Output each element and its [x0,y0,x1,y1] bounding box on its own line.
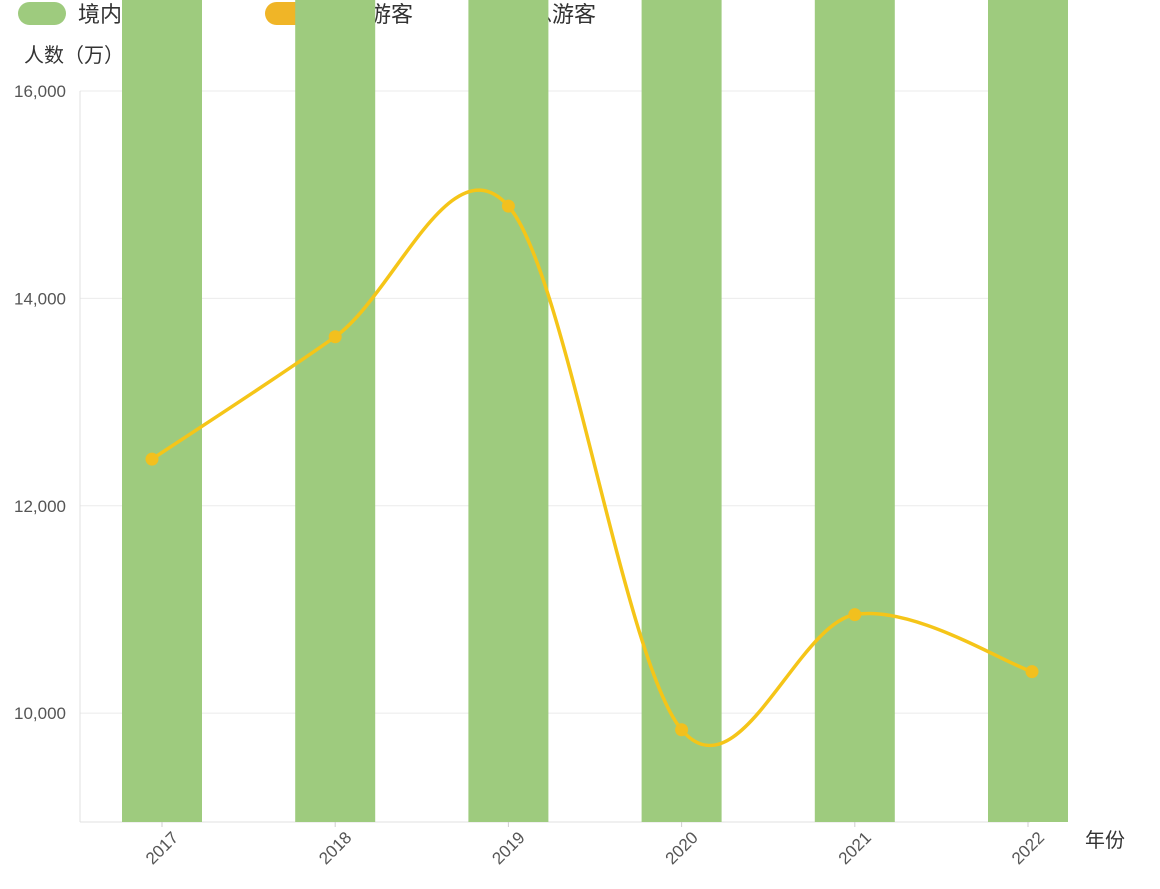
bar-domestic [468,0,549,822]
legend-swatch [18,2,66,25]
x-tick-label: 2020 [662,828,702,868]
total-line [145,188,1039,748]
total-point [145,452,159,466]
x-tick-label: 2017 [142,828,182,868]
x-axis-title: 年份 [1085,828,1125,852]
x-tick-label: 2019 [488,828,528,868]
x-tick-label: 2021 [835,828,875,868]
y-tick-label: 16,000 [14,82,66,101]
y-tick-label: 12,000 [14,497,66,516]
bar-domestic [814,0,895,822]
total-point [1025,665,1039,679]
x-tick-label: 2018 [315,828,355,868]
total-line-path [150,188,1034,748]
bars [122,0,1068,823]
total-point [328,330,342,344]
bar-domestic [988,0,1068,823]
bar-domestic [122,0,202,823]
bar-domestic [641,0,722,822]
chart: 境内游客境外游客总游客 人数（万） 年份 10,00012,00014,0001… [14,0,1125,868]
x-axis: 2017 2018 2019 2020 2021 2022 [142,822,1048,868]
total-point [675,723,689,737]
bar-domestic [295,0,376,823]
x-tick-label: 2022 [1008,828,1048,868]
y-tick-label: 10,000 [14,704,66,723]
total-point [501,199,515,213]
y-axis-title: 人数（万） [24,43,124,67]
total-point [848,608,862,622]
y-tick-label: 14,000 [14,289,66,308]
